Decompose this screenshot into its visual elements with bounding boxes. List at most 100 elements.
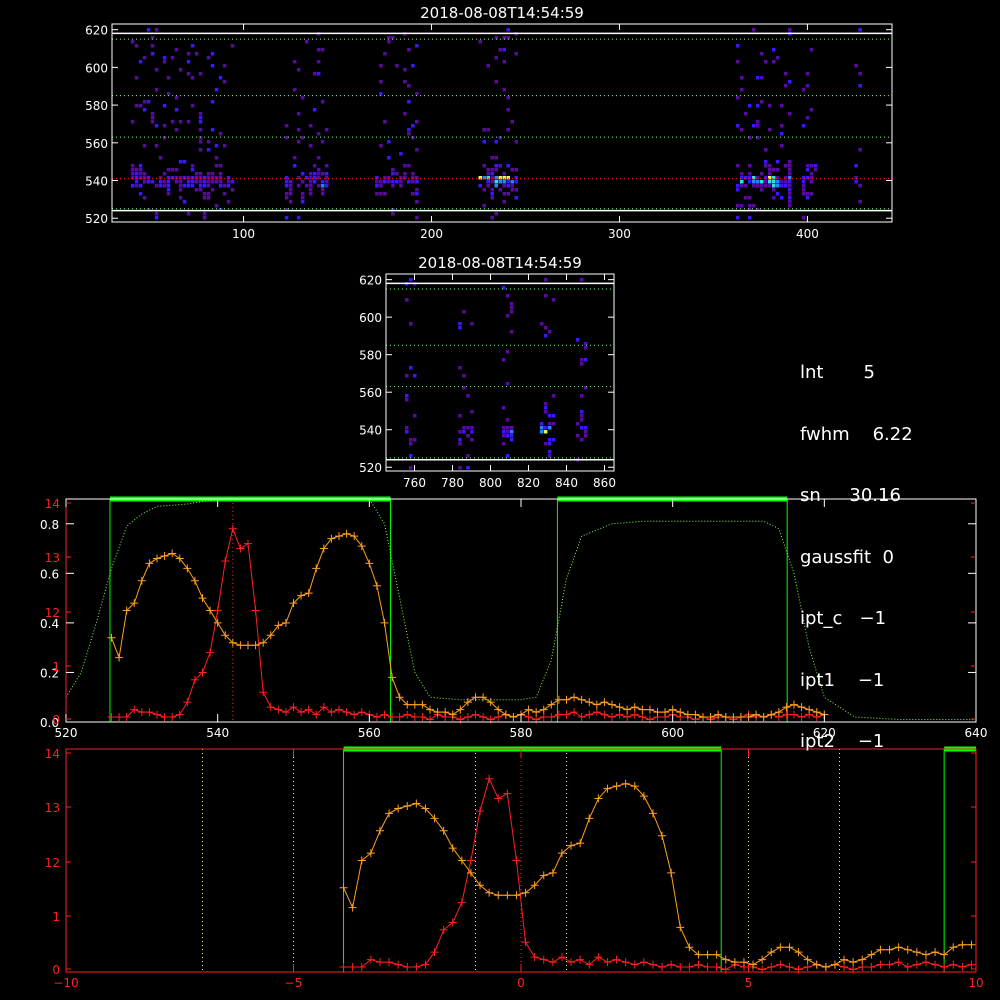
heatmap-cell [506,108,510,112]
heatmap-cell [387,156,391,160]
data-point-marker [410,713,419,722]
heatmap-cell [375,192,379,196]
red-y-tick-label: 13 [45,551,60,565]
heatmap-cell [490,156,494,160]
heatmap-cell [218,184,223,188]
data-point-marker [776,943,785,952]
heatmap-cell [505,454,510,458]
heatmap-cell [292,60,297,64]
data-point-marker [562,695,571,704]
heatmap-cell [580,418,584,422]
data-point-marker [236,641,245,650]
heatmap-cell [178,68,183,72]
heatmap-cell [788,192,792,196]
heatmap-cell [415,188,419,192]
heatmap-cell [403,164,407,168]
heatmap-cell [395,180,399,184]
heatmap-cell [509,310,514,314]
heatmap-cell [304,184,309,188]
heatmap-cell [186,120,191,124]
data-point-marker [685,963,694,972]
heatmap-cell [547,454,552,458]
heatmap-cell [501,406,506,410]
heatmap-cell [482,140,486,144]
data-point-marker [921,950,930,959]
heatmap-cell [312,176,317,180]
heatmap-cell [462,430,466,434]
heatmap-cell [308,184,313,188]
heatmap-cell [809,108,814,112]
heatmap-cell [486,168,490,172]
heatmap-cell [178,184,183,188]
heatmap-cell [170,56,175,60]
heatmap-cell [509,430,514,434]
data-point-marker [661,708,670,717]
heatmap-cell [186,180,191,184]
data-point-marker [251,606,260,615]
heatmap-cell [514,180,518,184]
heatmap-cell [198,128,203,132]
heatmap-cell [292,156,297,160]
heatmap-cell [198,136,203,140]
heatmap-cell [788,160,792,164]
y-tick-label: 0.6 [40,567,59,581]
red-y-tick-label: 1 [52,910,60,924]
data-point-marker [274,705,283,714]
heatmap-cell [547,442,552,446]
heatmap-cell [776,192,780,196]
heatmap-cell [780,144,784,148]
heatmap-cell [551,414,556,418]
heatmap-cell [740,172,744,176]
heatmap-cell [130,40,135,44]
heatmap-cell [813,164,818,168]
heatmap-cell [142,56,147,60]
data-point-marker [137,576,146,585]
x-tick-label: −10 [53,976,78,990]
heatmap-cell [736,44,740,48]
heatmap-cell [415,92,419,96]
heatmap-cell [379,144,383,148]
heatmap-cell [805,84,810,88]
data-point-marker [471,710,480,719]
heatmap-cell [788,28,792,32]
heatmap-cell [214,180,219,184]
heatmap-cell [138,164,143,168]
heatmap-cell [509,438,514,442]
data-point-marker [894,958,903,967]
data-point-marker [921,958,930,967]
heatmap-cell [506,164,510,168]
data-point-marker [418,700,427,709]
heatmap-cell [130,172,135,176]
data-point-marker [524,705,533,714]
y-tick-label: 0.8 [40,518,59,532]
data-point-marker [375,958,384,967]
heatmap-cell [776,56,780,60]
heatmap-cell [288,180,293,184]
data-point-marker [967,960,976,969]
heatmap-cell [772,48,776,52]
data-point-marker [830,960,839,969]
heatmap-cell [214,164,219,168]
heatmap-cell [805,196,810,200]
data-point-marker [667,960,676,969]
heatmap-cell [134,172,139,176]
heatmap-cell [858,184,862,188]
heatmap-cell [150,120,155,124]
heatmap-cell [146,180,151,184]
heatmap-cell [296,184,301,188]
heatmap-cell [154,124,159,128]
heatmap-cell [509,426,514,430]
info-line-ipt-c: ipt_c −1 [800,608,887,629]
heatmap-cell [502,192,506,196]
heatmap-cell [182,160,187,164]
data-point-marker [776,960,785,969]
data-point-marker [803,963,812,972]
heatmap-cell [510,180,514,184]
data-point-marker [394,960,403,969]
data-point-marker [530,953,539,962]
data-point-marker [577,713,586,722]
heatmap-cell [284,180,289,184]
heatmap-cell [202,192,207,196]
heatmap-cell [764,184,768,188]
data-point-marker [676,923,685,932]
